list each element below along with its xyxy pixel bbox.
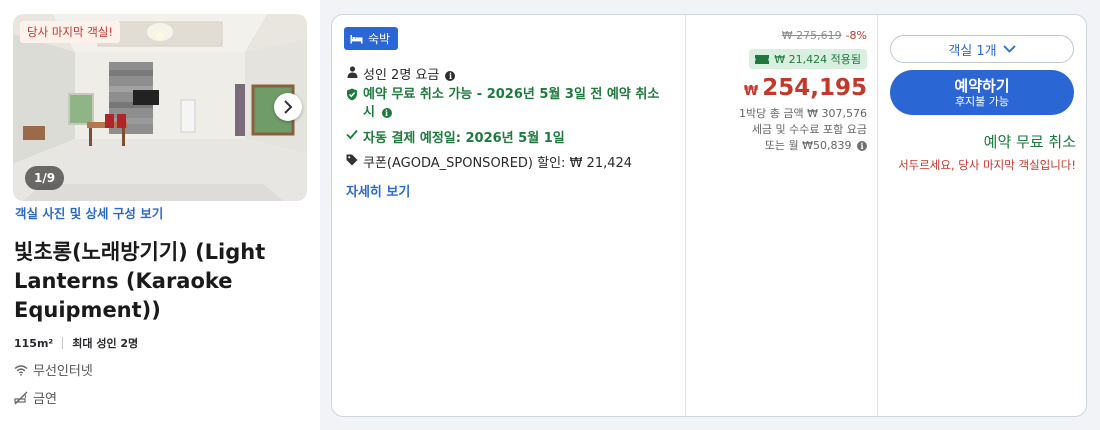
final-price-currency: ₩	[743, 84, 759, 99]
last-room-warning: 서두르세요, 당사 마지막 객실입니다!	[898, 158, 1076, 172]
details-link[interactable]: 자세히 보기	[346, 181, 410, 200]
shield-check-icon	[345, 88, 359, 101]
person-icon	[345, 66, 359, 78]
coupon-applied-badge: ₩ 21,424 적용됨	[749, 49, 867, 69]
room-meta: 115m² 최대 성인 2명	[14, 335, 138, 351]
original-price: ₩ 275,619	[781, 29, 842, 42]
meta-divider	[62, 337, 64, 349]
free-cancel-label: 예약 무료 취소	[983, 133, 1076, 151]
offer-card: 숙박 성인 2명 요금 i 예약 무료 취소 가능 - 2026년 5월 3일 …	[331, 14, 1087, 417]
info-icon[interactable]: i	[857, 141, 867, 151]
amenity-no-smoking: 금연	[14, 388, 57, 407]
next-photo-button[interactable]	[274, 93, 302, 121]
amenity-label: 무선인터넷	[33, 364, 93, 379]
bed-icon	[350, 34, 363, 43]
final-price: ₩ 254,195	[744, 75, 867, 101]
free-cancel-policy-text: 예약 무료 취소 가능 - 2026년 5월 3일 전 예약 취소 시	[363, 87, 660, 120]
chevron-down-icon	[1003, 45, 1016, 53]
rooms-quantity-select[interactable]: 객실 1개	[890, 35, 1074, 63]
lodging-badge: 숙박	[344, 27, 399, 50]
book-button[interactable]: 예약하기 후지불 가능	[890, 70, 1074, 115]
tax-note: 세금 및 수수료 포함 요금	[751, 123, 867, 136]
free-cancel-policy-row: 예약 무료 취소 가능 - 2026년 5월 3일 전 예약 취소 시 i	[345, 86, 675, 122]
no-smoking-icon	[14, 391, 28, 404]
tag-icon	[345, 154, 359, 166]
info-icon[interactable]: i	[445, 70, 456, 81]
coupon-row: 쿠폰(AGODA_SPONSORED) 할인: ₩ 21,424	[345, 152, 632, 171]
original-price-row: ₩ 275,619 -8%	[782, 29, 867, 42]
per-night-total: 1박당 총 금액 ₩ 307,576	[739, 107, 867, 120]
room-photo[interactable]: 당사 마지막 객실! 1/9	[13, 14, 307, 201]
info-icon[interactable]: i	[381, 107, 392, 118]
room-photos-link[interactable]: 객실 사진 및 상세 구성 보기	[15, 203, 163, 222]
book-button-sublabel: 후지불 가능	[954, 94, 1010, 108]
amenity-label: 금연	[33, 392, 57, 407]
room-size: 115m²	[14, 336, 54, 350]
wifi-icon	[14, 364, 28, 376]
max-occupancy: 최대 성인 2명	[72, 337, 139, 350]
occupancy-rate-row: 성인 2명 요금 i	[345, 64, 456, 83]
photo-counter: 1/9	[25, 166, 65, 190]
price-column: ₩ 275,619 -8% ₩ 21,424 적용됨 ₩ 254,195 1박당 …	[687, 15, 867, 416]
amenity-wifi: 무선인터넷	[14, 360, 93, 379]
auto-payment-text: 자동 결제 예정일: 2026년 5월 1일	[363, 131, 565, 146]
column-divider	[685, 15, 686, 416]
rooms-select-value: 객실 1개	[948, 43, 997, 59]
room-info-panel: 당사 마지막 객실! 1/9 객실 사진 및 상세 구성 보기 빛초롱(노래방기…	[0, 0, 320, 430]
price-notes: 1박당 총 금액 ₩ 307,576 세금 및 수수료 포함 요금 또는 월 ₩…	[677, 106, 867, 154]
last-room-badge: 당사 마지막 객실!	[20, 21, 120, 43]
room-name: 빛초롱(노래방기기) (Light Lanterns (Karaoke Equi…	[14, 240, 266, 322]
coupon-text: 쿠폰(AGODA_SPONSORED) 할인: ₩ 21,424	[363, 156, 633, 171]
occupancy-rate-text: 성인 2명 요금	[363, 68, 440, 83]
monthly-payment: 또는 월 ₩50,839	[764, 139, 852, 152]
chevron-right-icon	[284, 100, 293, 114]
column-divider	[877, 15, 878, 416]
action-column: 객실 1개 예약하기 후지불 가능 예약 무료 취소 서두르세요, 당사 마지막…	[879, 15, 1087, 416]
checkmark-icon	[345, 129, 359, 140]
lodging-badge-label: 숙박	[368, 32, 391, 46]
ticket-icon	[755, 54, 770, 64]
final-price-amount: 254,195	[762, 75, 867, 101]
book-button-label: 예약하기	[954, 76, 1010, 95]
coupon-applied-text: ₩ 21,424 적용됨	[774, 53, 861, 66]
discount-percent: -8%	[845, 29, 867, 42]
auto-payment-row: 자동 결제 예정일: 2026년 5월 1일	[345, 127, 565, 146]
